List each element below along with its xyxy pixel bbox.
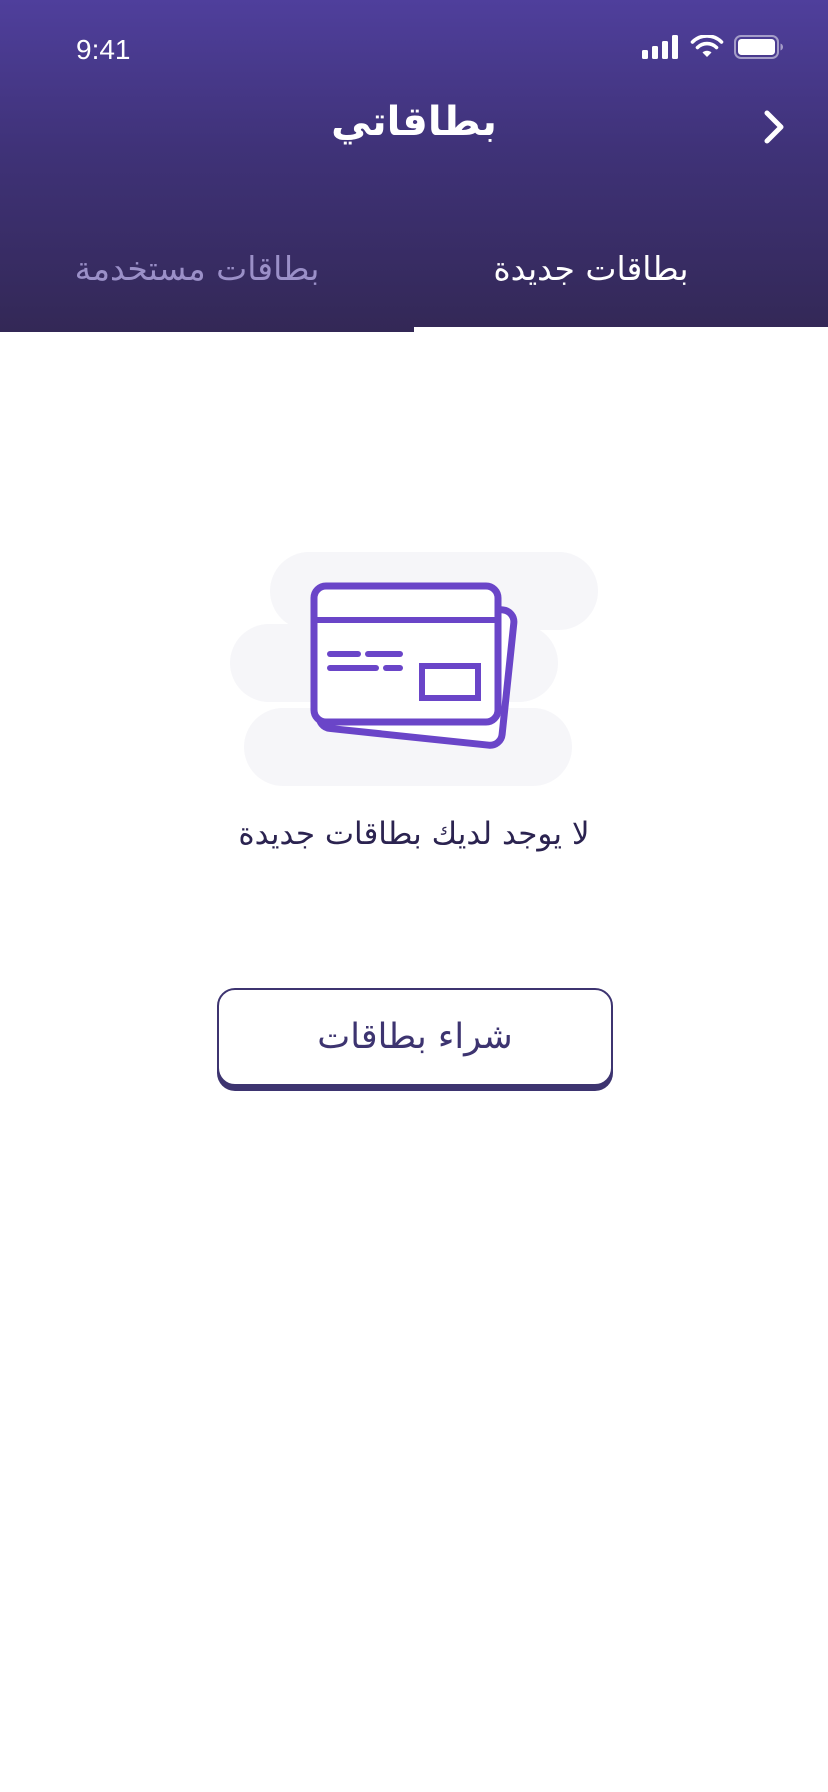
app-header: 9:41 بطاقاتي بطاقات جديدة بطاقات مستخدمة — [0, 0, 828, 332]
empty-state-message: لا يوجد لديك بطاقات جديدة — [238, 816, 590, 852]
wifi-icon — [690, 35, 724, 57]
credit-cards-icon — [230, 552, 598, 786]
page-title: بطاقاتي — [331, 99, 497, 145]
my-cards-screen: 9:41 بطاقاتي بطاقات جديدة بطاقات مستخدمة… — [0, 0, 828, 1792]
cellular-signal-icon — [642, 35, 678, 59]
tab-used-cards[interactable]: بطاقات مستخدمة — [0, 226, 414, 332]
battery-icon — [734, 35, 783, 59]
buy-cards-button[interactable]: شراء بطاقات — [217, 988, 613, 1086]
status-time: 9:41 — [76, 34, 131, 65]
active-tab-indicator — [414, 327, 828, 332]
status-icons — [642, 30, 784, 64]
back-button[interactable] — [752, 104, 798, 150]
chevron-right-icon — [764, 110, 784, 144]
tab-new-cards[interactable]: بطاقات جديدة — [414, 226, 828, 332]
tab-new-cards-label: بطاقات جديدة — [493, 249, 689, 288]
tab-used-cards-label: بطاقات مستخدمة — [74, 249, 320, 288]
cards-tabs: بطاقات جديدة بطاقات مستخدمة — [0, 226, 828, 332]
